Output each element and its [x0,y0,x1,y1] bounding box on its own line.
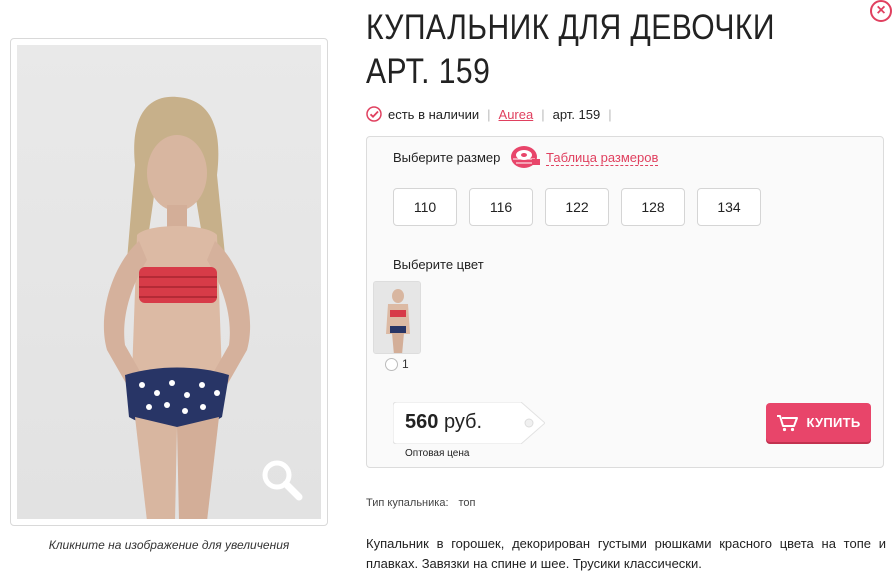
size-option[interactable]: 134 [697,188,761,226]
product-title: КУПАЛЬНИК ДЛЯ ДЕВОЧКИ АРТ. 159 [366,8,775,91]
size-table-label[interactable]: Таблица размеров [546,150,659,166]
size-options: 110 116 122 128 134 [393,188,761,226]
image-caption: Кликните на изображение для увеличения [48,538,290,552]
price-note: Оптовая цена [405,448,470,459]
swim-type-value: топ [458,497,476,509]
price-amount: 560 [405,411,439,433]
swim-type-label: Тип купальника: [366,497,449,509]
swim-type-attribute: Тип купальника: топ [366,497,476,509]
product-image[interactable] [17,45,321,519]
product-photo-illustration [103,96,251,519]
brand-link[interactable]: Aurea [499,107,534,122]
magnifier-icon[interactable] [259,457,305,503]
size-option[interactable]: 128 [621,188,685,226]
color-radio-label: 1 [402,357,409,371]
size-label: Выберите размер [393,150,501,165]
divider: | [487,106,491,122]
availability-status: есть в наличии [388,106,480,122]
buy-label: КУПИТЬ [806,415,861,430]
color-label: Выберите цвет [393,257,484,272]
color-swatch[interactable] [373,281,421,354]
color-radio[interactable] [385,358,398,371]
size-option[interactable]: 122 [545,188,609,226]
size-table-link[interactable]: Таблица размеров [510,145,659,171]
article-number: арт. 159 [552,106,601,122]
divider: | [541,106,545,122]
price: 560 руб. [405,411,482,434]
size-option[interactable]: 110 [393,188,457,226]
swatch-thumbnail [374,282,420,353]
close-icon[interactable]: × [870,0,892,22]
price-currency: руб. [443,411,483,433]
product-description: Купальник в горошек, декорирован густыми… [366,536,886,571]
product-image-frame[interactable] [10,38,328,526]
product-meta: есть в наличии | Aurea | арт. 159 | [366,104,620,124]
divider: | [608,106,612,122]
buy-button[interactable]: КУПИТЬ [766,403,871,442]
check-circle-icon [366,106,382,122]
size-option[interactable]: 116 [469,188,533,226]
cart-icon [777,414,799,431]
measuring-tape-icon [511,146,540,168]
